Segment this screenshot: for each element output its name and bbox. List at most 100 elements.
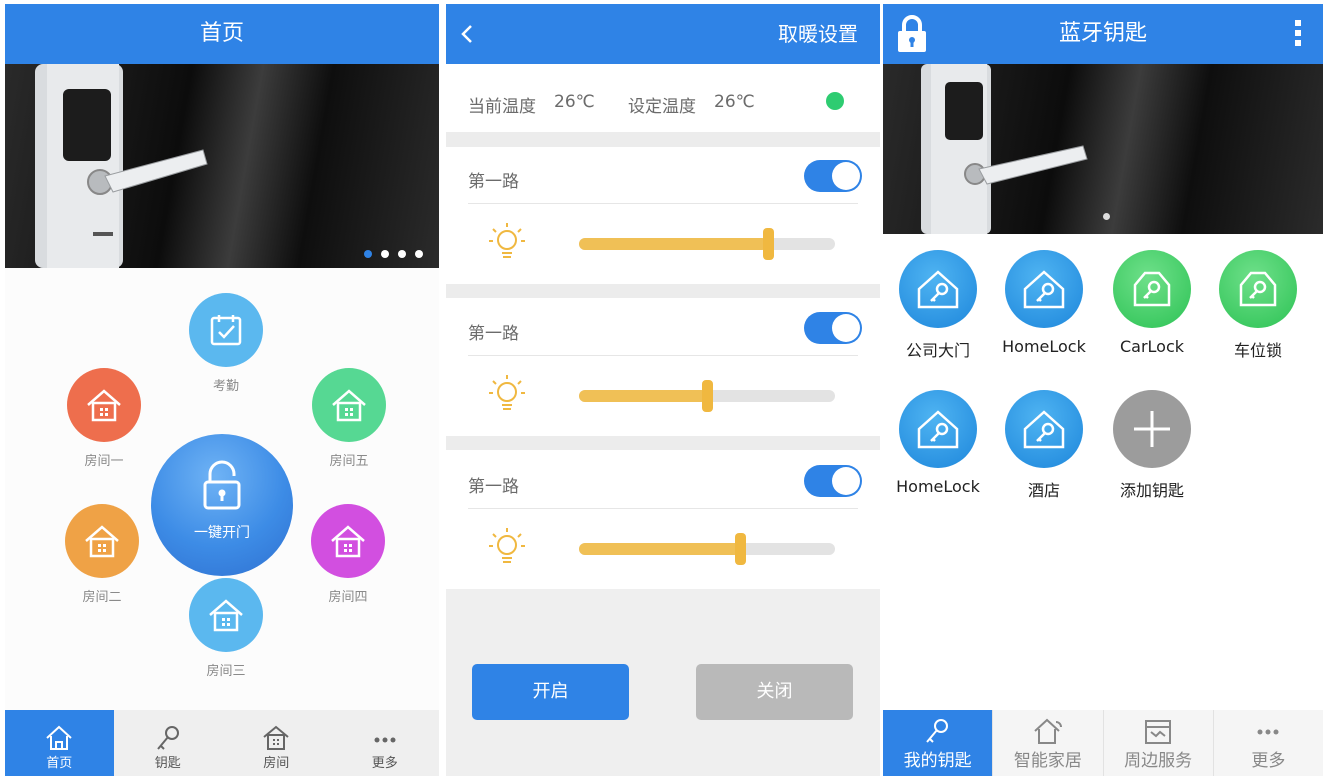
carousel-dot[interactable] — [364, 250, 372, 258]
slider-thumb[interactable] — [702, 380, 713, 412]
toggle-knob — [832, 314, 860, 342]
toggle-knob — [832, 162, 860, 190]
toggle-knob — [832, 467, 860, 495]
carousel-dot[interactable] — [1103, 213, 1110, 220]
door-lock-image — [921, 64, 1088, 234]
door-lock-image — [35, 64, 208, 268]
current-temp-label: 当前温度 — [468, 97, 536, 117]
room-one-button[interactable] — [67, 368, 141, 442]
house-icon — [331, 525, 365, 558]
tab-home-label: 首页 — [46, 756, 73, 771]
one-key-unlock-button[interactable]: 一键开门 — [151, 434, 293, 576]
smart-home-icon — [1034, 718, 1062, 744]
room-two-button[interactable] — [65, 504, 139, 578]
brightness-slider[interactable] — [579, 380, 835, 412]
circuit-toggle[interactable] — [804, 465, 862, 497]
open-button[interactable]: 开启 — [472, 664, 629, 720]
house-icon — [332, 389, 366, 422]
status-indicator — [826, 92, 844, 110]
close-button[interactable]: 关闭 — [696, 664, 853, 720]
bottom-tab-bar: 我的钥匙 智能家居 周边服务 更多 — [883, 710, 1323, 776]
page-title: 取暖设置 — [778, 22, 858, 46]
tab-home[interactable]: 首页 — [5, 710, 114, 776]
lightbulb-icon — [489, 375, 525, 410]
room-three-label: 房间三 — [206, 664, 246, 679]
key-item[interactable]: CarLock — [1097, 250, 1207, 356]
divider — [446, 284, 880, 298]
slider-fill — [579, 543, 741, 555]
circuit-label: 第一路 — [468, 477, 519, 497]
key-item[interactable]: HomeLock — [883, 390, 993, 496]
divider — [468, 355, 858, 356]
attendance-button[interactable] — [189, 293, 263, 367]
more-vertical-icon[interactable] — [1293, 18, 1303, 48]
room-four-button[interactable] — [311, 504, 385, 578]
tab-my-keys[interactable]: 我的钥匙 — [883, 710, 993, 776]
more-dots-icon — [374, 737, 396, 743]
one-key-unlock-label: 一键开门 — [194, 525, 250, 541]
top-bar: 首页 — [5, 4, 439, 64]
key-label: CarLock — [1119, 337, 1185, 356]
key-label: 公司大门 — [905, 341, 970, 360]
room-three-button[interactable] — [189, 578, 263, 652]
key-item[interactable]: HomeLock — [989, 250, 1099, 356]
carousel-dot[interactable] — [398, 250, 406, 258]
lightbulb-icon — [489, 528, 525, 563]
top-bar: 蓝牙钥匙 — [883, 4, 1323, 64]
circuit-toggle[interactable] — [804, 160, 862, 192]
slider-thumb[interactable] — [735, 533, 747, 565]
house-icon — [87, 389, 121, 422]
set-temp-value: 26℃ — [714, 92, 755, 112]
page-title: 首页 — [199, 21, 244, 46]
current-temp-value: 26℃ — [554, 92, 595, 112]
bluetooth-keys-screen: 蓝牙钥匙 公司大门 HomeLock CarLock 车位锁 HomeLock … — [883, 4, 1323, 776]
room-five-button[interactable] — [312, 368, 386, 442]
home-key-icon — [1005, 390, 1083, 468]
back-arrow-icon[interactable] — [456, 22, 480, 46]
carousel-indicator — [364, 250, 423, 258]
tab-more[interactable]: 更多 — [331, 710, 440, 776]
tab-more-label: 更多 — [371, 756, 398, 771]
key-item[interactable]: 酒店 — [989, 390, 1099, 501]
brightness-slider[interactable] — [579, 228, 835, 260]
add-key-button[interactable]: 添加钥匙 — [1097, 390, 1207, 501]
tab-my-keys-label: 我的钥匙 — [903, 751, 972, 771]
attendance-label: 考勤 — [212, 379, 239, 394]
home-key-icon — [899, 390, 977, 468]
divider — [468, 203, 858, 204]
key-item[interactable]: 公司大门 — [883, 250, 993, 361]
key-icon — [156, 726, 179, 750]
home-key-icon — [899, 250, 977, 328]
carousel-dot[interactable] — [381, 250, 389, 258]
circuit-label: 第一路 — [468, 172, 519, 192]
carousel-dot[interactable] — [415, 250, 423, 258]
room-two-label: 房间二 — [82, 590, 122, 605]
home-screen: 首页 考勤 房间一 房间五 房间二 房间四 房间三 一键开门 首页 钥匙 房间 … — [5, 4, 439, 776]
tab-smart-home[interactable]: 智能家居 — [992, 710, 1102, 776]
tab-nearby-services[interactable]: 周边服务 — [1102, 710, 1213, 776]
circuit-toggle[interactable] — [804, 312, 862, 344]
more-dots-icon — [1257, 729, 1279, 735]
banner-carousel[interactable] — [5, 64, 439, 268]
circuit-label: 第一路 — [468, 324, 519, 344]
bottom-tab-bar: 首页 钥匙 房间 更多 — [5, 710, 439, 776]
slider-thumb[interactable] — [763, 228, 775, 260]
home-icon — [46, 725, 72, 750]
house-icon — [209, 599, 243, 632]
set-temp-label: 设定温度 — [628, 97, 696, 117]
tab-rooms[interactable]: 房间 — [222, 710, 331, 776]
store-icon — [1145, 720, 1172, 744]
unlock-icon — [203, 460, 241, 510]
page-title: 蓝牙钥匙 — [1058, 21, 1147, 46]
key-item[interactable]: 车位锁 — [1203, 250, 1313, 361]
tab-keys[interactable]: 钥匙 — [114, 710, 223, 776]
banner-carousel[interactable] — [883, 64, 1323, 234]
car-key-icon — [1113, 250, 1191, 328]
tab-more[interactable]: 更多 — [1212, 710, 1323, 776]
key-label: 酒店 — [1027, 481, 1060, 500]
tab-rooms-label: 房间 — [263, 756, 290, 771]
key-label: 车位锁 — [1233, 341, 1282, 360]
car-key-icon — [1219, 250, 1297, 328]
add-key-label: 添加钥匙 — [1119, 481, 1184, 500]
brightness-slider[interactable] — [579, 533, 835, 565]
